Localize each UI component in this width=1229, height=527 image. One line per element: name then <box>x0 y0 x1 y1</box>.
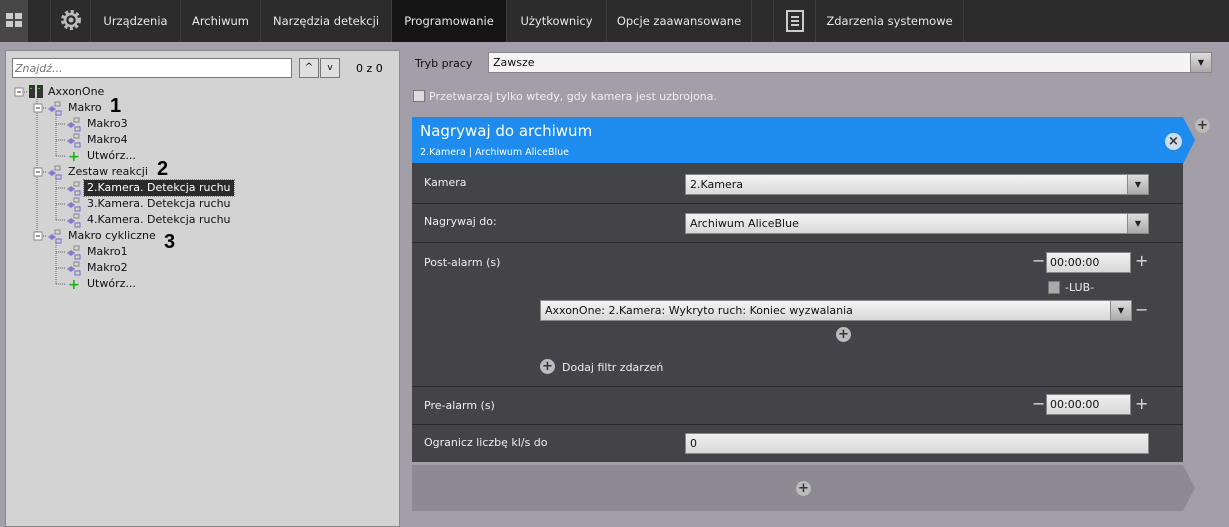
chevron-down-icon: ▼ <box>1127 175 1148 194</box>
tab-archiwum[interactable]: Archiwum <box>180 0 260 42</box>
pre-alarm-label: Pre-alarm (s) <box>424 399 495 412</box>
macro-folder-icon <box>47 101 63 116</box>
gear-icon <box>61 10 81 30</box>
tree-node-kamera3-detection[interactable]: 3.Kamera. Detekcja ruchu <box>87 196 231 212</box>
record-to-value: Archiwum AliceBlue <box>690 217 799 230</box>
tree-node-makro3[interactable]: Makro3 <box>87 116 128 132</box>
fps-limit-label: Ogranicz liczbę kl/s do <box>424 436 548 449</box>
divider <box>412 386 1183 387</box>
macro-folder-icon <box>47 165 63 180</box>
remove-action-button[interactable]: × <box>1165 133 1182 150</box>
grid-icon <box>6 13 22 27</box>
pre-alarm-input[interactable]: 00:00:00 <box>1046 394 1131 415</box>
marker-1: 1 <box>110 95 122 117</box>
tree-node-makro4[interactable]: Makro4 <box>87 132 128 148</box>
tree-node-kamera4-detection[interactable]: 4.Kamera. Detekcja ruchu <box>87 212 231 228</box>
tab-narzedzia-detekcji[interactable]: Narzędzia detekcji <box>260 0 391 42</box>
macro-icon <box>66 181 82 196</box>
server-icon <box>28 84 44 98</box>
mode-value: Zawsze <box>493 56 535 69</box>
marker-3: 3 <box>164 231 176 253</box>
camera-value: 2.Kamera <box>690 178 744 191</box>
add-filter-icon[interactable]: + <box>540 359 555 374</box>
tree-node-create[interactable]: Utwórz... <box>87 148 136 164</box>
post-alarm-decrement[interactable]: − <box>1032 253 1045 269</box>
macro-icon <box>66 213 82 228</box>
armed-only-label: Przetwarzaj tylko wtedy, gdy kamera jest… <box>429 90 718 103</box>
settings-button[interactable] <box>50 0 90 42</box>
record-to-label: Nagrywaj do: <box>424 215 497 228</box>
tree-node-zestaw-reakcji[interactable]: Zestaw reakcji <box>68 164 148 180</box>
mode-label: Tryb pracy <box>415 57 473 70</box>
divider <box>412 424 1183 425</box>
post-alarm-label: Post-alarm (s) <box>424 256 501 269</box>
add-or-condition-button[interactable]: + <box>836 327 851 342</box>
fps-limit-input[interactable]: 0 <box>685 433 1149 454</box>
camera-select[interactable]: 2.Kamera ▼ <box>685 174 1149 195</box>
post-alarm-input[interactable]: 00:00:00 <box>1046 252 1131 273</box>
tree-node-makro2[interactable]: Makro2 <box>87 260 128 276</box>
macro-icon <box>66 261 82 276</box>
tree-node-makro-cykliczne[interactable]: Makro cykliczne <box>68 228 156 244</box>
top-bar: Urządzenia Archiwum Narzędzia detekcji P… <box>0 0 1229 42</box>
tree-node-create[interactable]: Utwórz... <box>87 276 136 292</box>
macro-folder-icon <box>47 229 63 244</box>
macro-icon <box>66 197 82 212</box>
tree-node-kamera2-detection[interactable]: 2.Kamera. Detekcja ruchu <box>83 179 235 197</box>
mode-select[interactable]: Zawsze ▼ <box>488 52 1212 73</box>
chevron-down-icon: ▼ <box>1110 301 1131 320</box>
add-action-top-button[interactable]: + <box>1195 118 1210 133</box>
tree-node-makro[interactable]: Makro <box>68 100 102 116</box>
macro-icon <box>66 133 82 148</box>
or-checkbox[interactable] <box>1048 281 1060 294</box>
chevron-down-icon: ▼ <box>1190 53 1211 72</box>
post-alarm-increment[interactable]: + <box>1135 253 1148 269</box>
marker-2: 2 <box>157 158 169 180</box>
macro-icon <box>66 245 82 260</box>
add-icon: + <box>68 277 80 293</box>
add-icon: + <box>68 149 80 165</box>
pre-alarm-decrement[interactable]: − <box>1032 396 1045 412</box>
add-action-button[interactable]: + <box>796 481 811 496</box>
tab-programowanie[interactable]: Programowanie <box>391 0 506 42</box>
tab-uzytkownicy[interactable]: Użytkownicy <box>506 0 606 42</box>
chevron-down-icon: ▼ <box>1127 214 1148 233</box>
tree-node-makro1[interactable]: Makro1 <box>87 244 128 260</box>
divider <box>412 203 1183 204</box>
divider <box>412 242 1183 243</box>
tab-opcje-zaawansowane[interactable]: Opcje zaawansowane <box>606 0 752 42</box>
macro-icon <box>66 117 82 132</box>
card-subtitle: 2.Kamera | Archiwum AliceBlue <box>420 147 570 158</box>
remove-filter-button[interactable]: − <box>1135 302 1148 318</box>
card-title: Nagrywaj do archiwum <box>420 122 593 140</box>
record-to-select[interactable]: Archiwum AliceBlue ▼ <box>685 213 1149 234</box>
armed-only-checkbox[interactable] <box>413 90 425 102</box>
system-events-icon-button[interactable] <box>773 0 815 42</box>
tree-root-axxonone[interactable]: AxxonOne <box>48 84 104 100</box>
add-filter-button[interactable]: Dodaj filtr zdarzeń <box>562 361 663 374</box>
grid-menu-button[interactable] <box>0 0 28 42</box>
event-filter-select[interactable]: AxxonOne: 2.Kamera: Wykryto ruch: Koniec… <box>540 300 1132 321</box>
tab-zdarzenia-systemowe[interactable]: Zdarzenia systemowe <box>815 0 964 42</box>
camera-label: Kamera <box>424 176 467 189</box>
document-list-icon <box>786 10 804 32</box>
pre-alarm-increment[interactable]: + <box>1135 396 1148 412</box>
or-label: -LUB- <box>1065 281 1095 294</box>
macro-tree-panel: ^ v 0 z 0 AxxonOne Makro 1 Makro3 Makro4… <box>5 50 400 527</box>
event-filter-value: AxxonOne: 2.Kamera: Wykryto ruch: Koniec… <box>545 304 853 317</box>
tab-urzadzenia[interactable]: Urządzenia <box>90 0 180 42</box>
